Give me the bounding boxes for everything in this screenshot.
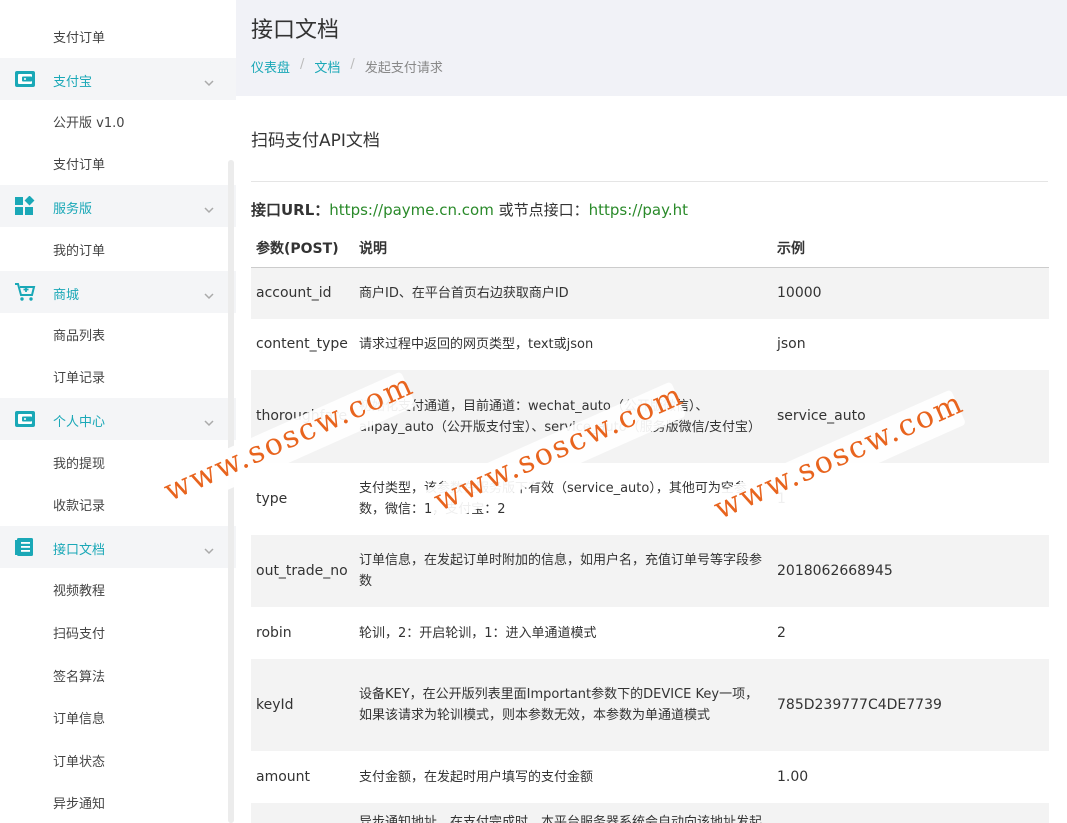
chevron-down-icon [204,541,214,555]
divider [251,181,1048,182]
desc-cell: 请求过程中返回的网页类型，text或json [359,337,594,352]
desc-cell: 订单信息，在发起订单时附加的信息，如用户名，充值订单号等字段参数 [354,535,772,607]
sidebar-item-label: 订单信息 [53,712,106,728]
table-row: type支付类型，该参数在服务版下有效（service_auto），其他可为空参… [251,463,1049,535]
sidebar-item[interactable]: 扫码支付 [0,611,236,653]
breadcrumb-separator: / [350,57,355,72]
node-url-link[interactable]: https://pay.ht [589,201,688,219]
param-cell: callback_url [251,803,354,823]
example-cell: 2018062668945 [772,535,1049,607]
breadcrumb-current: 发起支付请求 [364,61,443,76]
params-table: 参数(POST) 说明 示例 account_id 商户ID、在平台首页右边获取商… [251,229,1049,823]
sidebar-item[interactable]: 视频教程 [0,569,236,611]
sidebar-item[interactable]: 异步通知 [0,782,236,823]
url-label: 接口URL： [251,201,330,219]
sidebar-item-label: 我的提现 [53,456,106,472]
sidebar: 支付订单 支付宝 公开版 v1.0 支付订单 服务版 我的订单 商城 商品列表 订单记录 个人中心… [0,0,236,823]
desc-cell: 轮训，2：开启轮训，1：进入单通道模式 [359,625,597,641]
table-row: out_trade_no 订单信息，在发起订单时附加的信息，如用户名，充值订单号等… [251,535,1049,607]
table-row: amount 支付金额，在发起时用户填写的支付金额 1.00 [251,751,1049,803]
param-cell: amount [256,768,311,785]
sidebar-item-label: 异步通知 [53,797,106,813]
param-cell: keyId [251,659,354,751]
sidebar-item-label: 商品列表 [53,328,106,344]
sidebar-item[interactable]: 支付订单 [0,143,236,185]
document-icon [14,537,36,557]
wallet-icon [14,69,36,89]
chevron-down-icon [204,73,214,86]
sidebar-group[interactable]: 接口文档 [0,526,236,569]
param-cell: out_trade_no [251,535,354,607]
example-cell: 10000 [772,267,1049,319]
sidebar-item[interactable]: 公开版 v1.0 [0,100,236,142]
breadcrumb-docs[interactable]: 文档 [314,57,340,76]
header-param: 参数(POST) [251,229,354,268]
example-cell: 785D239777C4DE7739 [772,659,1049,751]
sidebar-item-label: 我的订单 [53,243,106,259]
example-cell [772,803,1049,823]
sidebar-group-label: 服务版 [53,202,93,218]
sidebar-item[interactable]: 支付订单 [0,15,236,57]
desc-cell: 支付金额，在发起时用户填写的支付金额 [359,769,594,785]
table-row: content_type 请求过程中返回的网页类型，text或json json [251,319,1049,370]
param-cell: account_id [251,267,354,319]
doc-title: 扫码支付API文档 [251,131,380,151]
example-cell: 1.00 [777,768,809,785]
chevron-down-icon [204,286,214,299]
header-example: 示例 [772,229,1049,268]
sidebar-item[interactable]: 订单信息 [0,697,236,739]
api-url-link[interactable]: https://payme.cn.com [329,201,494,219]
desc-cell: 异步通知地址，在支付完成时，本平台服务器系统会自动向该地址发起一条支付成功的请求 [354,803,772,823]
chevron-down-icon [204,200,214,214]
sidebar-group-label: 接口文档 [53,543,106,559]
page-title: 接口文档 [251,18,340,43]
sidebar-group[interactable]: 支付宝 [0,57,236,100]
sidebar-item-label: 视频教程 [53,584,106,600]
desc-cell: 商户ID、在平台首页右边获取商户ID [354,267,772,319]
table-row: robin 轮训，2：开启轮训，1：进入单通道模式 2 [251,607,1049,659]
sidebar-item[interactable]: 订单状态 [0,739,236,781]
param-cell: content_type [256,336,348,352]
cart-icon [14,282,36,302]
sidebar-item[interactable]: 我的订单 [0,228,236,270]
sidebar-item-label: 签名算法 [53,669,106,685]
api-url-line: 接口URL：https://payme.cn.com 或节点接口：https:/… [251,199,688,220]
sidebar-item[interactable]: 商品列表 [0,313,236,355]
sidebar-group-label: 商城 [53,287,80,303]
sidebar-group[interactable]: 个人中心 [0,398,236,441]
breadcrumb: 仪表盘 / 文档 / 发起支付请求 [251,57,443,76]
sidebar-group[interactable]: 商城 [0,270,236,313]
desc-cell: 设备KEY，在公开版列表里面Important参数下的DEVICE Key一项，… [354,659,772,751]
header-desc: 说明 [354,229,772,268]
sidebar-item-label: 公开版 v1.0 [53,115,125,131]
breadcrumb-separator: / [300,57,305,72]
sidebar-item-label: 扫码支付 [53,626,106,642]
url-or-text: 或节点接口： [493,201,589,219]
breadcrumb-home[interactable]: 仪表盘 [251,57,290,76]
sidebar-group[interactable]: 服务版 [0,185,236,228]
sidebar-item-label: 支付订单 [53,158,106,174]
sidebar-group-label: 个人中心 [53,415,106,431]
table-row: callback_url异步通知地址，在支付完成时，本平台服务器系统会自动向该地… [251,803,1049,823]
param-cell: robin [256,624,292,641]
table-row: keyId 设备KEY，在公开版列表里面Important参数下的DEVICE K… [251,659,1049,751]
doc-card: 扫码支付API文档 接口URL：https://payme.cn.com 或节点… [236,96,1067,823]
sidebar-item-label: 订单记录 [53,371,106,387]
apps-icon [14,195,36,216]
sidebar-item-label: 订单状态 [53,754,106,770]
sidebar-item[interactable]: 订单记录 [0,356,236,398]
example-cell: json [777,336,806,352]
example-cell: 2 [777,624,786,641]
sidebar-item[interactable]: 签名算法 [0,654,236,696]
table-header-row: 参数(POST) 说明 示例 [251,229,1049,268]
wallet-icon [14,409,36,429]
chevron-down-icon [204,413,214,427]
sidebar-group-label: 支付宝 [53,74,93,90]
sidebar-item-label: 支付订单 [53,30,106,46]
table-row: account_id 商户ID、在平台首页右边获取商户ID 10000 [251,267,1049,319]
sidebar-item-label: 收款记录 [53,499,106,515]
